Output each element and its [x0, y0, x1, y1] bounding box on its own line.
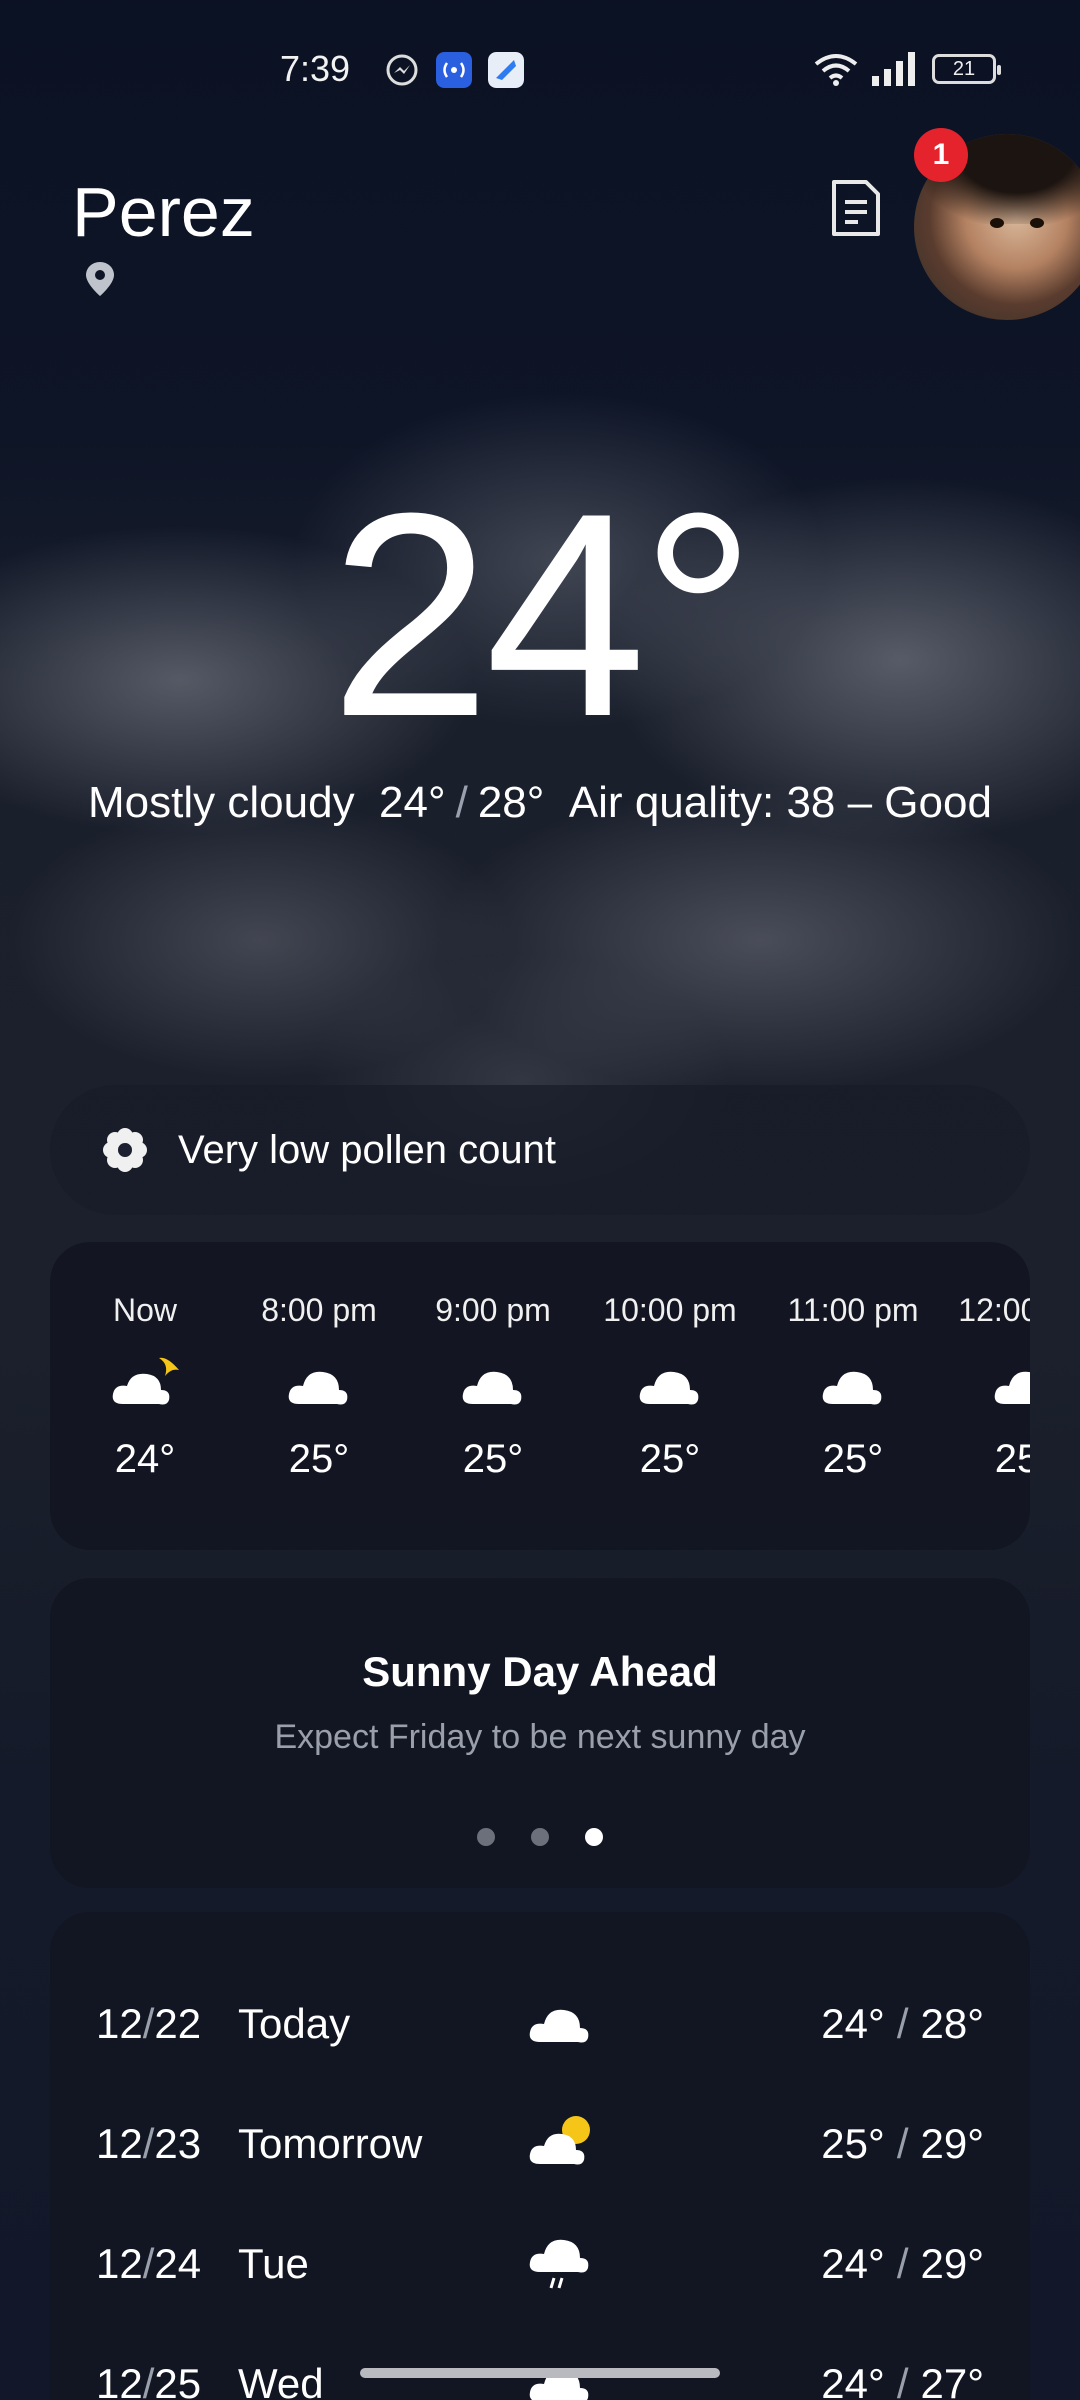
condition-text: Mostly cloudy	[88, 778, 355, 827]
day-name: Today	[238, 2000, 351, 2047]
signal-icon	[872, 52, 915, 86]
hour-time: Now	[112, 1292, 177, 1328]
hour-temp: 25°	[639, 1437, 701, 1481]
hour-time: 12:00 am	[958, 1292, 1030, 1328]
day-date: 12/24	[96, 2240, 202, 2287]
current-temperature: 24°	[329, 453, 757, 777]
tip-title: Sunny Day Ahead	[362, 1648, 718, 1695]
page-indicator	[50, 1828, 1030, 1846]
radio-app-icon	[436, 52, 472, 88]
battery-icon: 21	[932, 54, 1001, 84]
hour-time: 9:00 pm	[435, 1292, 551, 1328]
status-right: 21	[814, 52, 1001, 86]
weather-summary: Mostly cloudy 24°/28° Air quality: 38 – …	[80, 772, 1000, 834]
cloud-icon	[288, 1371, 348, 1405]
hour-temp: 25°	[822, 1437, 884, 1481]
low-temp: 24°	[379, 778, 446, 827]
day-name: Tomorrow	[238, 2120, 423, 2167]
partly-cloudy-icon	[529, 2116, 590, 2165]
temp-range: 24°/28°	[821, 2000, 984, 2047]
temp-range: 24°/27°	[821, 2360, 984, 2400]
day-date: 12/22	[96, 2000, 202, 2047]
cloud-icon	[462, 1371, 522, 1405]
pollen-banner[interactable]: Very low pollen count	[50, 1085, 1030, 1215]
tip-subtitle: Expect Friday to be next sunny day	[274, 1718, 806, 1756]
slash: /	[455, 778, 468, 827]
hour-temp: 25°	[994, 1437, 1030, 1481]
hour-item[interactable]: 10:00 pm 25°	[585, 1292, 755, 1482]
page-dot[interactable]	[531, 1828, 549, 1846]
temp-range: 25°/29°	[821, 2120, 984, 2167]
location-pin-icon	[86, 262, 114, 296]
day-date: 12/25	[96, 2360, 202, 2400]
daily-forecast[interactable]: 12/22 Today 24°/28° 12/23 Tomorrow 25°/2…	[50, 1912, 1030, 2400]
hour-item[interactable]: 9:00 pm 25°	[408, 1292, 578, 1482]
high-temp: 28°	[477, 778, 545, 827]
partly-cloudy-night-icon	[112, 1357, 179, 1405]
page-dot-active[interactable]	[585, 1828, 603, 1846]
day-name: Tue	[238, 2240, 309, 2287]
hour-temp: 24°	[114, 1437, 176, 1481]
hour-time: 10:00 pm	[603, 1292, 737, 1328]
hourly-forecast[interactable]: Now 24° 8:00 pm 25° 9:00 pm 25° 10:00 pm…	[50, 1242, 1030, 1550]
rain-icon	[529, 2239, 589, 2289]
messenger-icon	[386, 54, 418, 86]
pollen-label: Very low pollen count	[178, 1127, 557, 1172]
cloud-icon	[639, 1371, 699, 1405]
hour-time: 8:00 pm	[261, 1292, 377, 1328]
files-app-icon	[488, 52, 524, 88]
flower-icon	[103, 1128, 147, 1172]
air-quality[interactable]: Air quality: 38 – Good	[569, 778, 992, 827]
city-list-icon[interactable]	[828, 178, 884, 238]
hour-item[interactable]: 11:00 pm 25°	[768, 1292, 938, 1482]
wifi-icon	[814, 54, 858, 86]
daily-row[interactable]: 12/22 Today 24°/28°	[50, 1982, 1030, 2062]
status-bar: 7:39 21	[0, 0, 1080, 140]
temp-range: 24°/29°	[821, 2240, 984, 2287]
cloud-icon	[529, 2009, 589, 2043]
hour-item[interactable]: 12:00 am 25°	[940, 1292, 1030, 1482]
hour-temp: 25°	[288, 1437, 350, 1481]
day-date: 12/23	[96, 2120, 202, 2167]
notification-badge: 1	[914, 128, 968, 182]
status-time: 7:39	[280, 48, 351, 89]
city-name[interactable]: Perez	[72, 172, 255, 252]
cloud-icon	[994, 1371, 1030, 1404]
cloud-icon	[822, 1371, 882, 1405]
day-name: Wed	[238, 2360, 324, 2400]
hour-item[interactable]: 8:00 pm 25°	[234, 1292, 404, 1482]
tip-card[interactable]: Sunny Day Ahead Expect Friday to be next…	[50, 1578, 1030, 1888]
hour-temp: 25°	[462, 1437, 524, 1481]
page-dot[interactable]	[477, 1828, 495, 1846]
home-indicator[interactable]	[360, 2368, 720, 2378]
daily-row[interactable]: 12/24 Tue 24°/29°	[50, 2222, 1030, 2302]
daily-row[interactable]: 12/23 Tomorrow 25°/29°	[50, 2102, 1030, 2182]
hour-item[interactable]: Now 24°	[60, 1292, 230, 1482]
hour-time: 11:00 pm	[787, 1292, 919, 1328]
